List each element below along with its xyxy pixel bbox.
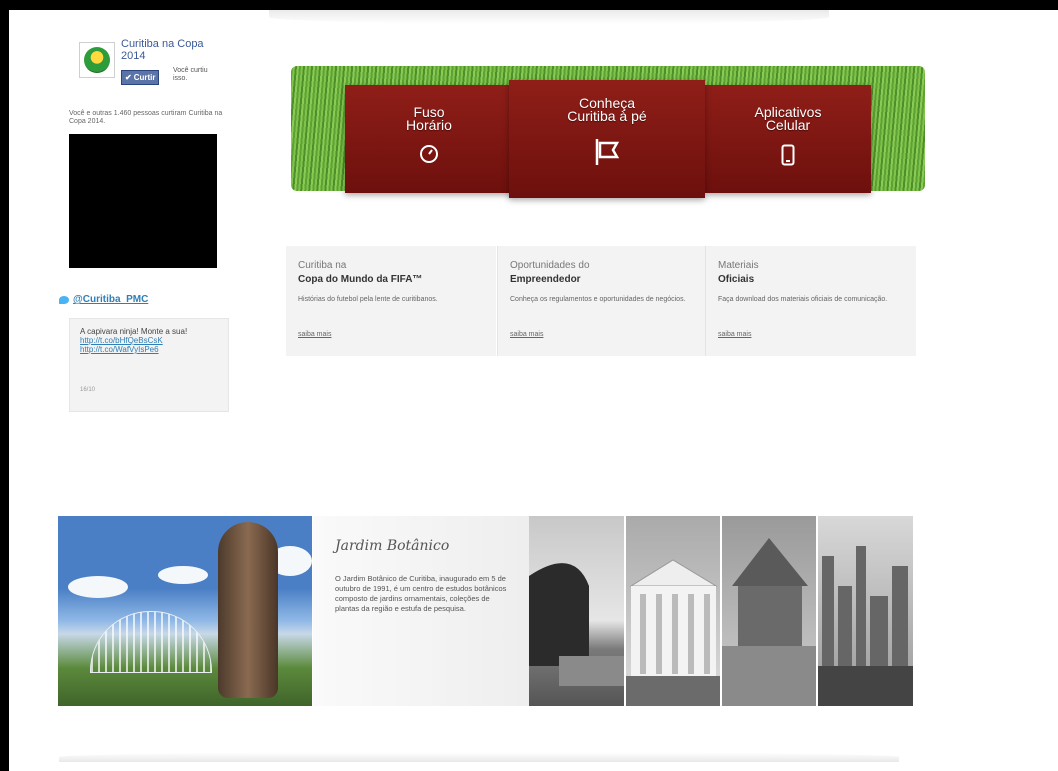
tile-conheca-curitiba[interactable]: Conheça Curitiba à pé [509,80,705,198]
tile-title: Aplicativos Celular [705,105,871,133]
tile-fuso-horario[interactable]: Fuso Horário [345,85,513,193]
twitter-bird-icon [59,295,69,304]
facebook-page-name[interactable]: Curitiba na Copa 2014 [121,38,231,62]
jardim-botanico-text: Jardim Botânico O Jardim Botânico de Cur… [313,516,529,706]
tweet-link-2[interactable]: http://t.co/WafVyIsPe6 [80,345,220,354]
like-label: Curtir [133,73,156,82]
info-box-empreendedor: Oportunidades do Empreendedor Conheça os… [497,246,708,356]
clock-icon [345,144,513,164]
tweet-link-1[interactable]: http://t.co/bHfQeBsCsK [80,336,220,345]
twitter-handle-link[interactable]: @Curitiba_PMC [59,294,148,305]
info-line1: Curitiba na [298,260,347,271]
bottom-shadow [59,752,899,762]
tile-title: Conheça Curitiba à pé [509,96,705,124]
jardim-description: O Jardim Botânico de Curitiba, inaugurad… [335,574,507,613]
tweet-text: A capivara ninja! Monte a sua! [80,327,188,336]
info-box-materiais: Materiais Oficiais Faça download dos mat… [705,246,916,356]
thumbs-up-icon: ✔ [125,73,132,82]
tweet-body: A capivara ninja! Monte a sua! http://t.… [80,327,220,354]
info-line1: Materiais [718,260,759,271]
info-line1: Oportunidades do [510,260,590,271]
tile-title: Fuso Horário [345,105,513,133]
saiba-mais-link[interactable]: saiba mais [510,331,543,338]
twitter-handle: @Curitiba_PMC [73,294,149,305]
phone-icon [705,144,871,166]
tile-title-line2: Horário [406,117,452,133]
you-liked-text: Você curtiu isso. [173,67,208,82]
greenhouse-shape [90,611,212,673]
info-line2: Oficiais [718,274,755,285]
like-count-text: Você e outras 1.460 pessoas curtiram Cur… [69,110,223,125]
tweet-date: 16/10 [80,387,96,393]
info-description: Histórias do futebol pela lente de curit… [298,296,438,303]
saiba-mais-link[interactable]: saiba mais [298,331,331,338]
wooden-house-photo[interactable] [722,516,816,706]
jardim-heading: Jardim Botânico [335,538,450,554]
museum-photo[interactable] [529,516,624,706]
tweet-card: A capivara ninja! Monte a sua! http://t.… [69,318,229,412]
tile-title-line2: Celular [765,117,811,133]
info-line2: Empreendedor [510,274,581,285]
facebook-like-button[interactable]: ✔ Curtir [121,70,160,85]
info-box-copa: Curitiba na Copa do Mundo da FIFA™ Histó… [286,246,496,356]
video-embed[interactable] [69,134,217,268]
flag-icon [509,137,705,167]
cloud-shape [68,576,128,598]
copa-logo-icon [84,47,110,73]
cloud-shape [158,566,208,584]
statue-shape [218,522,278,698]
info-line2: Copa do Mundo da FIFA™ [298,274,423,285]
info-description: Conheça os regulamentos e oportunidades … [510,296,686,303]
saiba-mais-link[interactable]: saiba mais [718,331,751,338]
page-logo[interactable] [79,42,115,78]
page: Curitiba na Copa 2014 ✔ Curtir Você curt… [9,10,1058,771]
city-skyline-photo[interactable] [818,516,913,706]
tile-aplicativos-celular[interactable]: Aplicativos Celular [705,85,871,193]
university-photo[interactable] [626,516,720,706]
tile-title-line2: Curitiba à pé [567,108,647,124]
top-shadow [269,10,829,24]
jardim-botanico-photo[interactable] [58,516,312,706]
info-description: Faça download dos materiais oficiais de … [718,296,888,303]
